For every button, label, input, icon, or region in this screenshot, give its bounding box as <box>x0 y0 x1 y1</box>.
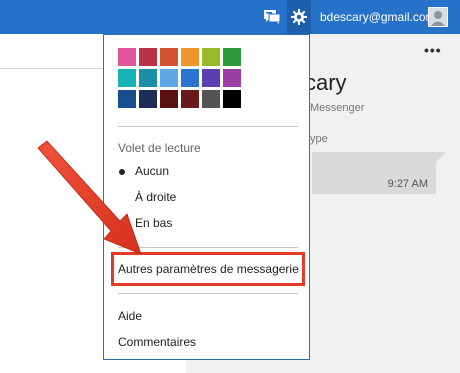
theme-color-swatch[interactable] <box>160 90 178 108</box>
theme-color-swatch[interactable] <box>181 48 199 66</box>
contact-name: cary <box>305 70 347 95</box>
more-options-icon[interactable]: ••• <box>424 42 442 58</box>
settings-button[interactable] <box>287 0 311 34</box>
message-bubble: 9:27 AM <box>312 152 436 194</box>
message-time: 9:27 AM <box>387 178 428 190</box>
top-bar: bdescary@gmail.com <box>0 0 460 34</box>
theme-color-swatch[interactable] <box>202 90 220 108</box>
gear-icon <box>291 9 307 25</box>
more-mail-settings-link[interactable]: Autres paramètres de messagerie <box>118 262 299 276</box>
avatar-icon[interactable] <box>428 7 448 27</box>
theme-color-swatch[interactable] <box>202 69 220 87</box>
theme-color-swatch[interactable] <box>118 90 136 108</box>
section-label: ype <box>310 133 328 145</box>
theme-color-swatch[interactable] <box>223 90 241 108</box>
theme-color-swatch[interactable] <box>118 69 136 87</box>
feedback-link[interactable]: Commentaires <box>118 335 196 349</box>
menu-divider <box>118 293 298 294</box>
reading-pane-option-none[interactable]: Aucun <box>135 164 169 178</box>
contact-subtitle: Messenger <box>310 102 365 114</box>
menu-divider <box>118 126 298 127</box>
theme-color-swatch <box>244 69 262 87</box>
theme-color-swatch[interactable] <box>139 69 157 87</box>
theme-color-swatch[interactable] <box>223 69 241 87</box>
user-email[interactable]: bdescary@gmail.com <box>320 10 436 24</box>
theme-color-swatch[interactable] <box>160 69 178 87</box>
theme-color-swatch[interactable] <box>160 48 178 66</box>
selected-radio-icon <box>119 169 125 175</box>
reading-pane-heading: Volet de lecture <box>118 141 201 155</box>
reading-pane-option-right[interactable]: À droite <box>135 190 176 204</box>
reading-pane-option-bottom[interactable]: En bas <box>135 216 172 230</box>
theme-color-swatch[interactable] <box>118 48 136 66</box>
theme-color-swatch[interactable] <box>181 90 199 108</box>
theme-color-grid <box>118 48 262 108</box>
help-link[interactable]: Aide <box>118 309 142 323</box>
theme-color-swatch[interactable] <box>223 48 241 66</box>
theme-color-swatch[interactable] <box>202 48 220 66</box>
bubble-tail <box>436 152 446 162</box>
menu-divider <box>118 247 298 248</box>
settings-menu: Volet de lecture Aucun À droite En bas A… <box>103 34 310 360</box>
chat-icon[interactable] <box>262 6 282 28</box>
theme-color-swatch[interactable] <box>181 69 199 87</box>
theme-color-swatch <box>244 48 262 66</box>
theme-color-swatch[interactable] <box>139 90 157 108</box>
theme-color-swatch <box>244 90 262 108</box>
theme-color-swatch[interactable] <box>139 48 157 66</box>
